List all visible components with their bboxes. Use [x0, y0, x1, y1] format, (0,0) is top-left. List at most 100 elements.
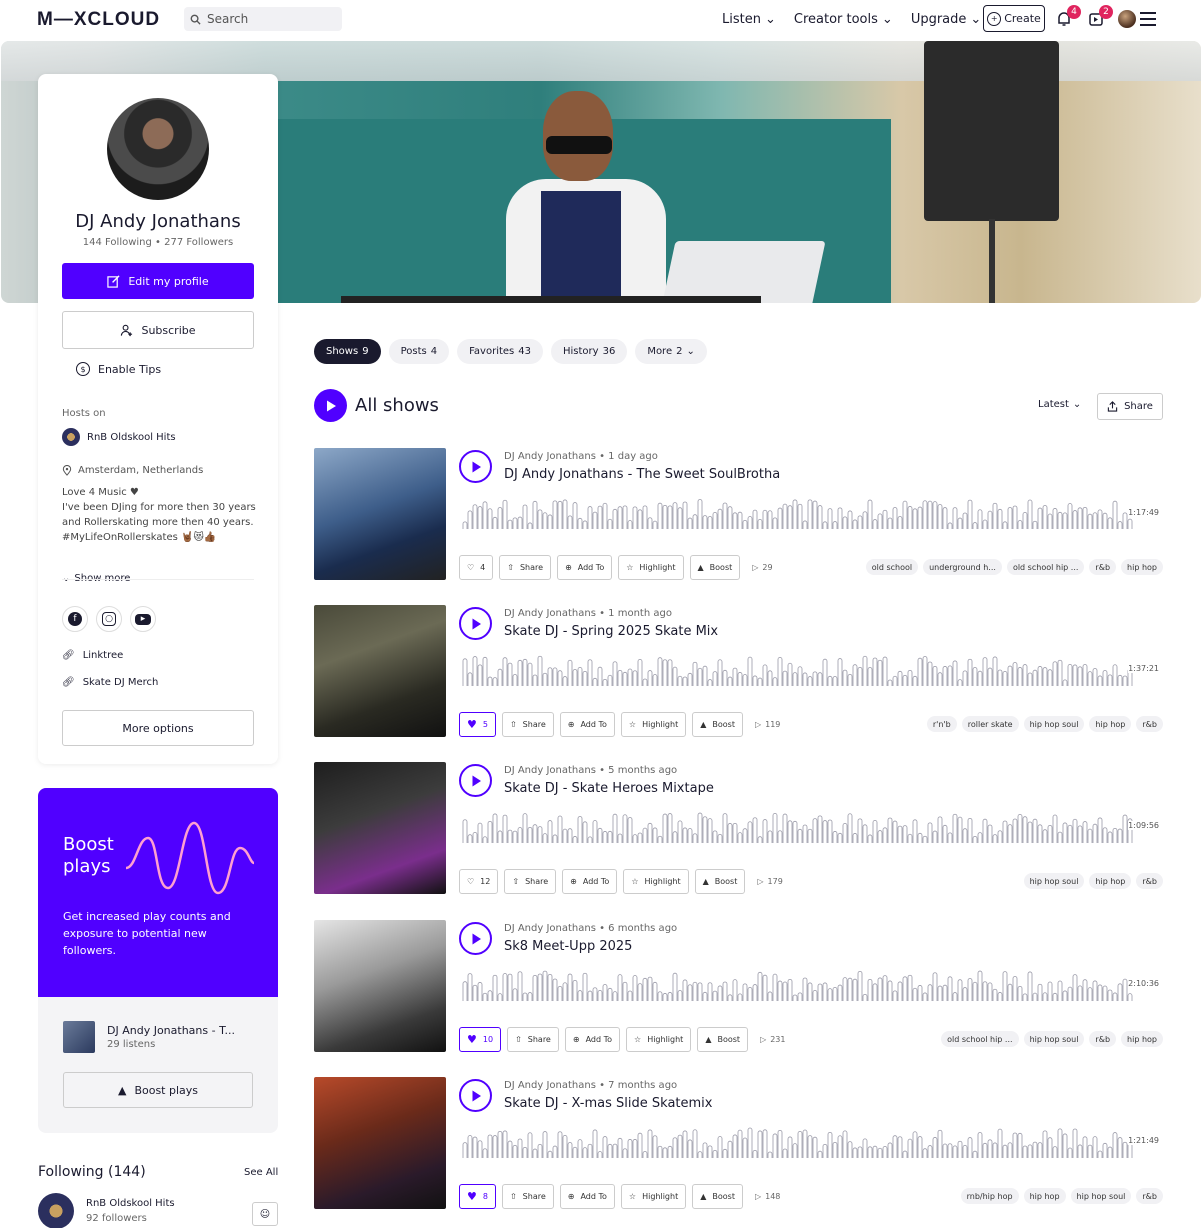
tag[interactable]: rnb/hip hop: [960, 1188, 1019, 1204]
like-button[interactable]: ♥ 10: [459, 1027, 502, 1052]
highlight-button[interactable]: ☆ Highlight: [623, 869, 689, 894]
notifications-button[interactable]: 4: [1054, 5, 1081, 29]
like-button[interactable]: ♡ 12: [459, 869, 499, 894]
tag[interactable]: hip hop soul: [1023, 1031, 1085, 1047]
boost-button[interactable]: ▲ Boost: [697, 1027, 749, 1052]
show-artwork[interactable]: [314, 1077, 446, 1209]
more-options-button[interactable]: More options: [62, 710, 254, 746]
boost-button[interactable]: ▲ Boost: [689, 555, 741, 580]
user-avatar[interactable]: [1118, 10, 1136, 28]
highlight-button[interactable]: ☆ Highlight: [620, 712, 687, 737]
create-button[interactable]: + Create: [983, 5, 1045, 32]
nav-creator-tools[interactable]: Creator tools ⌄: [794, 12, 893, 27]
tag[interactable]: r'n'b: [926, 716, 957, 732]
waveform[interactable]: [461, 650, 1161, 686]
tag[interactable]: r&b: [1136, 716, 1163, 732]
boost-button[interactable]: ▲ Boost: [692, 712, 743, 737]
tag[interactable]: roller skate: [961, 716, 1019, 732]
mixcloud-logo[interactable]: M—XCLOUD: [37, 9, 160, 31]
tag[interactable]: r&b: [1089, 1031, 1117, 1047]
show-meta[interactable]: DJ Andy Jonathans • 1 day ago: [504, 451, 658, 462]
boost-button[interactable]: ▲ Boost: [692, 1184, 743, 1209]
share-button[interactable]: ⇧ Share: [501, 712, 554, 737]
waveform[interactable]: [461, 1122, 1161, 1158]
tag[interactable]: hip hop soul: [1023, 716, 1085, 732]
share-all-button[interactable]: Share: [1097, 393, 1163, 420]
show-play-button[interactable]: [459, 450, 492, 483]
like-button[interactable]: ♡ 4: [459, 555, 494, 580]
youtube-icon[interactable]: ▸: [130, 606, 156, 632]
tag[interactable]: hip hop: [1023, 1188, 1066, 1204]
hamburger-menu-icon[interactable]: [1140, 12, 1156, 26]
tag[interactable]: hip hop: [1121, 1031, 1163, 1047]
tag[interactable]: old school: [865, 559, 919, 575]
share-button[interactable]: ⇧ Share: [504, 869, 557, 894]
tab-more[interactable]: More 2 ⌄: [635, 339, 707, 364]
see-all-link[interactable]: See All: [244, 1167, 278, 1178]
show-meta[interactable]: DJ Andy Jonathans • 5 months ago: [504, 765, 677, 776]
tab-shows[interactable]: Shows 9: [314, 339, 381, 364]
like-button[interactable]: ♥ 5: [459, 712, 496, 737]
tag[interactable]: r&b: [1136, 1188, 1163, 1204]
share-button[interactable]: ⇧ Share: [507, 1027, 559, 1052]
show-play-button[interactable]: [459, 607, 492, 640]
nav-listen[interactable]: Listen ⌄: [722, 12, 776, 27]
waveform[interactable]: [461, 965, 1161, 1001]
subscribe-button[interactable]: Subscribe: [62, 311, 254, 349]
play-all-button[interactable]: [314, 389, 347, 422]
follow-user-button[interactable]: ☺: [252, 1202, 278, 1226]
search-input[interactable]: [207, 12, 332, 26]
highlight-button[interactable]: ☆ Highlight: [618, 555, 684, 580]
show-artwork[interactable]: [314, 448, 446, 580]
show-play-button[interactable]: [459, 1079, 492, 1112]
boost-button[interactable]: ▲ Boost: [694, 869, 746, 894]
merch-link[interactable]: 🔗︎ Skate DJ Merch: [62, 677, 158, 688]
like-button[interactable]: ♥ 8: [459, 1184, 496, 1209]
show-title[interactable]: Skate DJ - X-mas Slide Skatemix: [504, 1096, 712, 1111]
tag[interactable]: hip hop: [1121, 559, 1163, 575]
search-box[interactable]: [184, 7, 342, 31]
add-to-button[interactable]: ⊕ Add To: [559, 712, 615, 737]
tag[interactable]: hip hop soul: [1023, 873, 1085, 889]
show-artwork[interactable]: [314, 605, 446, 737]
share-button[interactable]: ⇧ Share: [499, 555, 552, 580]
tag[interactable]: old school hip ...: [1006, 559, 1085, 575]
show-play-button[interactable]: [459, 922, 492, 955]
tag[interactable]: underground h...: [923, 559, 1002, 575]
add-to-button[interactable]: ⊕ Add To: [562, 869, 618, 894]
tag[interactable]: old school hip ...: [941, 1031, 1019, 1047]
sort-dropdown[interactable]: Latest ⌄: [1038, 399, 1081, 410]
hosts-on-item[interactable]: RnB Oldskool Hits: [62, 428, 176, 446]
tab-history[interactable]: History 36: [551, 339, 628, 364]
add-to-button[interactable]: ⊕ Add To: [564, 1027, 621, 1052]
show-title[interactable]: Skate DJ - Spring 2025 Skate Mix: [504, 624, 718, 639]
tag[interactable]: r&b: [1136, 873, 1163, 889]
show-meta[interactable]: DJ Andy Jonathans • 6 months ago: [504, 923, 677, 934]
enable-tips-link[interactable]: $ Enable Tips: [76, 362, 161, 376]
tag[interactable]: hip hop soul: [1070, 1188, 1132, 1204]
show-play-button[interactable]: [459, 764, 492, 797]
show-artwork[interactable]: [314, 920, 446, 1052]
nav-upgrade[interactable]: Upgrade ⌄: [911, 12, 982, 27]
add-to-button[interactable]: ⊕ Add To: [557, 555, 613, 580]
linktree-link[interactable]: 🔗︎ Linktree: [62, 650, 123, 661]
tab-favorites[interactable]: Favorites 43: [457, 339, 543, 364]
show-title[interactable]: DJ Andy Jonathans - The Sweet SoulBrotha: [504, 467, 780, 482]
facebook-icon[interactable]: f: [62, 606, 88, 632]
tab-posts[interactable]: Posts 4: [388, 339, 450, 364]
tag[interactable]: hip hop: [1089, 716, 1132, 732]
share-button[interactable]: ⇧ Share: [501, 1184, 554, 1209]
uploads-button[interactable]: 2: [1086, 5, 1113, 29]
show-title[interactable]: Skate DJ - Skate Heroes Mixtape: [504, 781, 714, 796]
tag[interactable]: hip hop: [1089, 873, 1132, 889]
show-meta[interactable]: DJ Andy Jonathans • 7 months ago: [504, 1080, 677, 1091]
waveform[interactable]: [461, 493, 1161, 529]
highlight-button[interactable]: ☆ Highlight: [620, 1184, 687, 1209]
add-to-button[interactable]: ⊕ Add To: [559, 1184, 615, 1209]
waveform[interactable]: [461, 807, 1161, 843]
show-artwork[interactable]: [314, 762, 446, 894]
edit-profile-button[interactable]: Edit my profile: [62, 263, 254, 299]
instagram-icon[interactable]: ○: [96, 606, 122, 632]
boost-plays-button[interactable]: ▲ Boost plays: [63, 1072, 253, 1108]
tag[interactable]: r&b: [1089, 559, 1117, 575]
